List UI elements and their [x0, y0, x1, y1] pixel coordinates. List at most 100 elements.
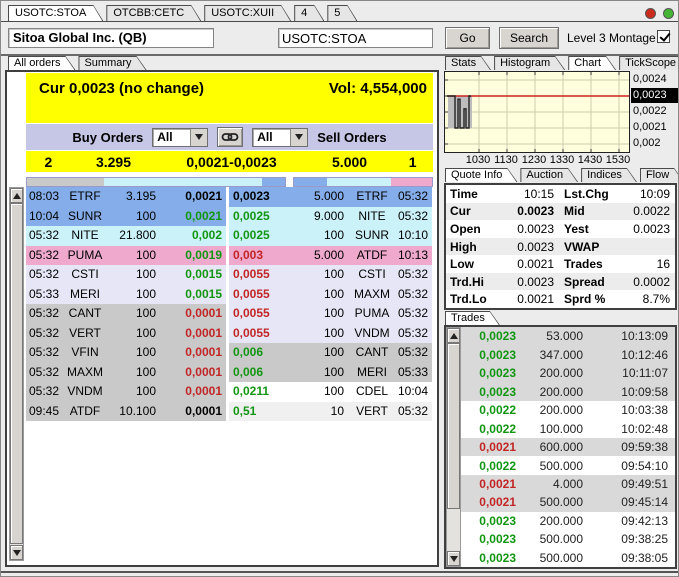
trades-tab-bar: Trades — [445, 312, 503, 325]
sell-order-row[interactable]: 0,0055 100 CSTI 05:32 — [229, 265, 432, 285]
trade-row[interactable]: 0,0021 4.000 09:49:51 — [461, 474, 675, 494]
order-time: 05:32 — [397, 345, 429, 359]
symbol-input[interactable] — [278, 28, 433, 48]
trade-row[interactable]: 0,0022 500.000 09:54:10 — [461, 456, 675, 475]
sell-order-row[interactable]: 0,0055 100 PUMA 05:32 — [229, 304, 432, 324]
order-price: 0,51 — [233, 403, 257, 418]
tab-all-orders[interactable]: All orders — [8, 56, 75, 70]
tab-summary[interactable]: Summary — [78, 56, 146, 70]
trade-price: 0,0023 — [479, 366, 516, 381]
quote-label: Cur — [450, 204, 471, 219]
buy-order-row[interactable]: 05:32 VERT 100 0,0001 — [26, 323, 226, 343]
buy-order-row[interactable]: 05:32 MAXM 100 0,0001 — [26, 362, 226, 382]
window-tab-otcbb-cetc[interactable]: OTCBB:CETC — [106, 5, 201, 21]
scroll-down-button[interactable] — [10, 545, 23, 560]
search-button[interactable]: Search — [499, 27, 559, 49]
tab-auction[interactable]: Auction — [520, 168, 578, 182]
sell-order-row[interactable]: 0,003 5.000 ATDF 10:13 — [229, 245, 432, 265]
sell-orders-table: 0,0023 5.000 ETRF 05:32 0,0025 9.000 NITE 05:3… — [229, 187, 432, 421]
chart-plot-area — [445, 72, 629, 152]
trade-row[interactable]: 0,0023 200.000 09:42:13 — [461, 511, 675, 531]
sell-order-row[interactable]: 0,006 100 CANT 05:32 — [229, 343, 432, 363]
buy-order-row[interactable]: 05:32 VFIN 100 0,0001 — [26, 343, 226, 363]
order-price: 0,002 — [191, 228, 222, 242]
sell-order-row[interactable]: 0,0025 100 SUNR 10:10 — [229, 226, 432, 246]
sell-filter-select[interactable]: All — [252, 127, 309, 147]
tab-flow[interactable]: Flow — [640, 168, 679, 182]
trade-time: 10:03:38 — [621, 403, 668, 418]
buy-order-row[interactable]: 05:32 VNDM 100 0,0001 — [26, 382, 226, 402]
buy-filter-select[interactable]: All — [152, 127, 209, 147]
quote-row: Time 10:15 Lst.Chg 10:09 — [446, 185, 675, 203]
tab-tickscope[interactable]: TickScope — [619, 56, 679, 70]
order-size: 10 — [330, 403, 344, 418]
trade-row[interactable]: 0,0023 347.000 10:12:46 — [461, 345, 675, 364]
green-status-icon — [663, 8, 674, 19]
sell-filter-value: All — [257, 129, 273, 144]
order-size: 5.000 — [313, 189, 344, 203]
trade-row[interactable]: 0,0023 500.000 09:38:25 — [461, 530, 675, 549]
trade-row[interactable]: 0,0022 200.000 10:03:38 — [461, 400, 675, 420]
window-tab-5[interactable]: 5 — [327, 5, 357, 21]
sell-order-row[interactable]: 0,0055 100 VNDM 05:32 — [229, 323, 432, 343]
order-price: 0,0023 — [233, 189, 270, 203]
trade-row[interactable]: 0,0023 500.000 09:38:05 — [461, 548, 675, 568]
buy-order-row[interactable]: 10:04 SUNR 100 0,0021 — [26, 206, 226, 226]
buy-order-row[interactable]: 05:33 MERI 100 0,0015 — [26, 284, 226, 304]
scroll-thumb[interactable] — [10, 203, 23, 544]
order-time: 05:32 — [28, 247, 60, 262]
tab-indices[interactable]: Indices — [581, 168, 637, 182]
tab-stats[interactable]: Stats — [445, 56, 491, 70]
window-tab-usotc-xuii[interactable]: USOTC:XUII — [204, 5, 291, 21]
depth-segment — [390, 178, 432, 186]
sell-order-row[interactable]: 0,0025 9.000 NITE 05:32 — [229, 206, 432, 226]
trade-size: 500.000 — [539, 550, 583, 565]
tab-chart[interactable]: Chart — [568, 56, 616, 70]
sell-order-row[interactable]: 0,006 100 MERI 05:33 — [229, 362, 432, 382]
trade-row[interactable]: 0,0023 200.000 10:09:58 — [461, 382, 675, 401]
tab-histogram[interactable]: Histogram — [494, 56, 565, 70]
tab-trades[interactable]: Trades — [445, 311, 500, 325]
sell-order-row[interactable]: 0,0055 100 MAXM 05:32 — [229, 284, 432, 304]
tab-label: Auction — [521, 169, 577, 182]
order-mpid: ATDF — [356, 247, 388, 262]
buy-order-row[interactable]: 05:32 CANT 100 0,0001 — [26, 304, 226, 324]
scroll-up-button[interactable] — [10, 188, 23, 203]
buy-order-row[interactable]: 05:32 NITE 21.800 0,002 — [26, 226, 226, 246]
quote-label: Trades — [564, 257, 603, 272]
trade-row[interactable]: 0,0023 200.000 10:11:07 — [461, 363, 675, 383]
window-tab-usotc-stoa[interactable]: USOTC:STOA — [8, 5, 103, 21]
window-tab-label: 4 — [295, 6, 323, 21]
sell-order-row[interactable]: 0,51 10 VERT 05:32 — [229, 401, 432, 421]
buy-order-row[interactable]: 05:32 PUMA 100 0,0019 — [26, 245, 226, 265]
trade-row[interactable]: 0,0023 53.000 10:13:09 — [461, 327, 675, 346]
buy-order-row[interactable]: 05:32 CSTI 100 0,0015 — [26, 265, 226, 285]
trade-row[interactable]: 0,0021 500.000 09:45:14 — [461, 493, 675, 512]
trades-scrollbar[interactable] — [446, 327, 461, 567]
window-tab-label: USOTC:STOA — [9, 6, 102, 21]
montage-checkbox[interactable] — [657, 30, 671, 43]
sell-order-row[interactable]: 0,0023 5.000 ETRF 05:32 — [229, 187, 432, 207]
trade-row[interactable]: 0,0021 600.000 09:59:38 — [461, 437, 675, 457]
order-mpid: SUNR — [354, 228, 389, 242]
trade-row[interactable]: 0,0022 100.000 10:02:48 — [461, 419, 675, 438]
scroll-down-button[interactable] — [447, 551, 460, 566]
tab-quote-info[interactable]: Quote Info — [445, 168, 517, 182]
scroll-up-button[interactable] — [447, 328, 460, 343]
link-filters-button[interactable] — [217, 127, 244, 147]
book-scrollbar[interactable] — [9, 187, 24, 561]
scroll-thumb[interactable] — [447, 343, 460, 509]
order-mpid: CSTI — [71, 267, 99, 281]
buy-order-row[interactable]: 08:03 ETRF 3.195 0,0021 — [26, 187, 226, 207]
window-tab-4[interactable]: 4 — [294, 5, 324, 21]
quote-label: High — [450, 239, 477, 254]
order-time: 10:04 — [28, 208, 60, 223]
buy-order-row[interactable]: 09:45 ATDF 10.100 0,0001 — [26, 401, 226, 421]
quote-row: Open 0.0023 Yest 0.0023 — [446, 220, 675, 238]
order-time: 05:32 — [397, 286, 429, 301]
go-button[interactable]: Go — [445, 27, 490, 49]
order-mpid: SUNR — [67, 208, 102, 223]
tab-label: Indices — [582, 169, 636, 182]
order-size: 100 — [135, 247, 156, 262]
sell-order-row[interactable]: 0,0211 100 CDEL 10:04 — [229, 382, 432, 402]
